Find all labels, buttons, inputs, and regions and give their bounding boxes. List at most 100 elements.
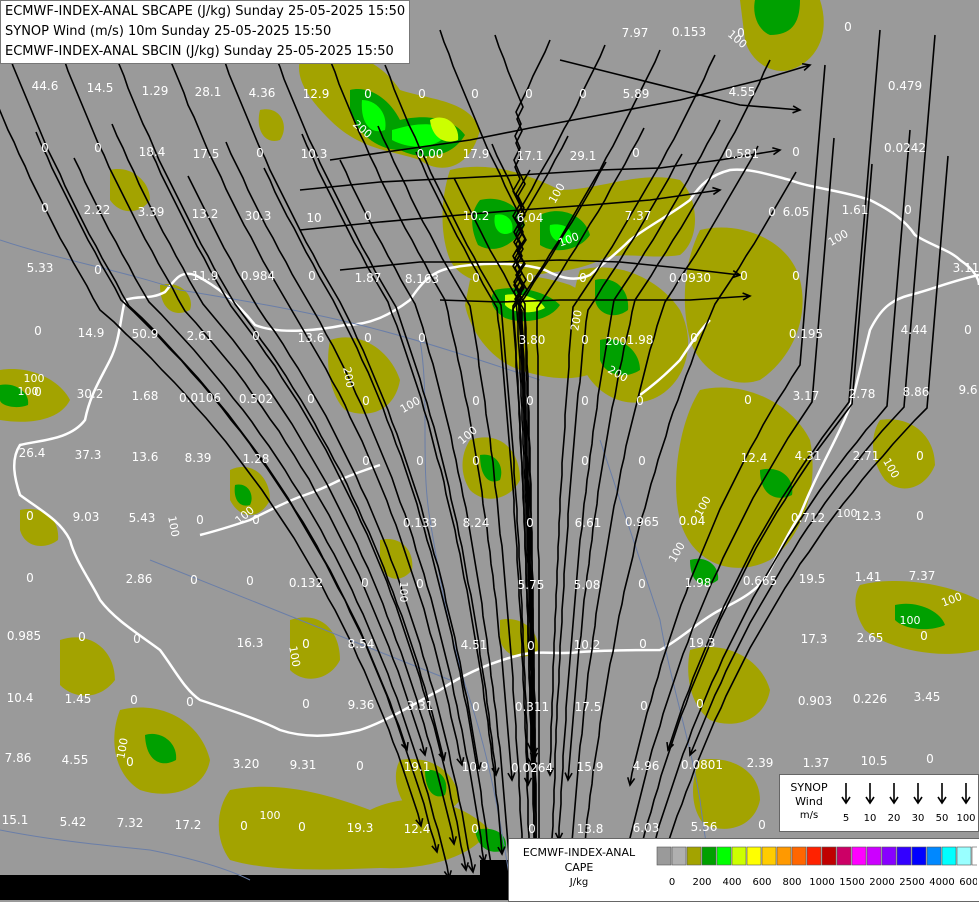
cin-value-label: 0 <box>964 323 972 337</box>
cin-value-label: 17.2 <box>175 818 202 832</box>
cape-tick-label: 800 <box>782 877 801 888</box>
cin-value-label: 15.1 <box>2 813 29 827</box>
cin-value-label: 0 <box>416 577 424 591</box>
cin-value-label: 4.51 <box>461 638 488 652</box>
cin-value-label: 28.1 <box>195 85 222 99</box>
cin-value-label: 0 <box>744 393 752 407</box>
cin-value-label: 5.43 <box>129 511 156 525</box>
cape-color-swatch <box>881 846 897 866</box>
cin-value-label: 12.4 <box>404 822 431 836</box>
cin-value-label: 0.0106 <box>179 391 221 405</box>
cin-value-label: 1.37 <box>803 756 830 770</box>
contour-label: 100 <box>260 809 281 822</box>
cape-color-swatch <box>941 846 957 866</box>
cin-value-label: 13.6 <box>298 331 325 345</box>
cin-value-label: 16.3 <box>237 636 264 650</box>
cin-value-label: 9.31 <box>290 758 317 772</box>
cin-value-label: 9.03 <box>73 510 100 524</box>
wind-arrow-samples: 5 10 20 30 50 100 <box>841 783 976 824</box>
cin-value-label: 0 <box>528 822 536 836</box>
cin-value-label: 0 <box>361 576 369 590</box>
cin-value-label: 0 <box>130 693 138 707</box>
cin-value-label: 0.903 <box>798 694 832 708</box>
cin-value-label: 0.984 <box>241 269 275 283</box>
cape-tick-label: 400 <box>722 877 741 888</box>
cin-value-label: 5.56 <box>691 820 718 834</box>
cin-value-label: 2.39 <box>747 756 774 770</box>
cin-value-label: 17.5 <box>193 147 220 161</box>
cape-map: 1002002001001002002001002001001001001001… <box>0 0 979 900</box>
cin-value-label: 1.98 <box>685 576 712 590</box>
cin-value-label: 10.4 <box>7 691 34 705</box>
wind-speed-label: 10 <box>864 813 877 824</box>
cin-value-label: 0 <box>526 516 534 530</box>
cin-value-label: 1.98 <box>627 333 654 347</box>
cin-value-label: 8.54 <box>348 637 375 651</box>
cin-value-label: 0 <box>526 271 534 285</box>
cin-value-label: 7.86 <box>5 751 32 765</box>
cin-value-label: 4.55 <box>729 85 756 99</box>
cin-value-label: 17.5 <box>575 700 602 714</box>
cin-value-label: 0 <box>364 331 372 345</box>
cape-color-swatch <box>911 846 927 866</box>
cin-value-label: 0 <box>792 269 800 283</box>
cin-value-label: 0.665 <box>743 574 777 588</box>
cin-value-label: 0 <box>740 269 748 283</box>
cin-value-label: 0 <box>356 759 364 773</box>
cin-value-label: 19.3 <box>689 636 716 650</box>
cin-value-label: 0 <box>581 333 589 347</box>
cin-value-label: 0 <box>904 203 912 217</box>
cin-value-label: 12.4 <box>741 451 768 465</box>
cin-value-label: 1.68 <box>132 389 159 403</box>
cin-value-label: 0.226 <box>853 692 887 706</box>
cin-value-label: 2.61 <box>187 329 214 343</box>
cape-color-swatch <box>971 846 977 866</box>
cin-value-label: 0 <box>364 87 372 101</box>
cin-value-label: 0 <box>308 269 316 283</box>
cin-value-label: 0 <box>640 699 648 713</box>
cin-value-label: 0.479 <box>888 79 922 93</box>
cape-color-swatch <box>686 846 702 866</box>
cin-value-label: 0 <box>240 819 248 833</box>
cin-value-label: 0 <box>26 571 34 585</box>
cin-value-label: 10 <box>306 211 321 225</box>
cin-value-label: 30.3 <box>245 209 272 223</box>
cin-value-label: 0.502 <box>239 392 273 406</box>
cin-value-label: 3.11 <box>953 261 979 275</box>
cin-value-label: 0.0930 <box>669 271 711 285</box>
cin-value-label: 0 <box>302 637 310 651</box>
cin-value-label: 1.45 <box>65 692 92 706</box>
cape-legend-label: ECMWF-INDEX-ANAL CAPE J/kg <box>511 845 647 890</box>
cape-color-swatch <box>716 846 732 866</box>
cin-value-label: 0 <box>690 331 698 345</box>
contour-label: 100 <box>397 582 410 603</box>
cin-value-label: 8.163 <box>405 272 439 286</box>
wind-arrow-sample <box>865 783 875 805</box>
cin-value-label: 0.0801 <box>681 758 723 772</box>
cin-value-label: 0.581 <box>725 147 759 161</box>
cin-value-label: 0.965 <box>625 515 659 529</box>
cin-value-label: 8.86 <box>903 385 930 399</box>
cin-value-label: 14.9 <box>78 326 105 340</box>
cin-value-label: 13.8 <box>577 822 604 836</box>
cape-tick-label: 0 <box>669 877 675 888</box>
cin-value-label: 50.9 <box>132 327 159 341</box>
cape-color-swatch <box>731 846 747 866</box>
cin-value-label: 3.20 <box>233 757 260 771</box>
cin-value-label: 0 <box>302 697 310 711</box>
cin-value-label: 0.04 <box>679 514 706 528</box>
cin-value-label: 0.985 <box>7 629 41 643</box>
cape-color-swatch <box>671 846 687 866</box>
cin-value-label: 0.0264 <box>511 761 553 775</box>
cin-value-label: 37.3 <box>75 448 102 462</box>
cin-value-label: 0.133 <box>403 516 437 530</box>
cin-value-label: 0 <box>252 513 260 527</box>
cin-value-label: 0 <box>362 454 370 468</box>
wind-speed-label: 100 <box>956 813 975 824</box>
cin-value-label: 3.80 <box>519 333 546 347</box>
title-line-cin: ECMWF-INDEX-ANAL SBCIN (J/kg) Sunday 25-… <box>5 44 394 59</box>
cape-color-swatch <box>896 846 912 866</box>
cin-value-label: 10.2 <box>463 209 490 223</box>
cape-tick-label: 600 <box>752 877 771 888</box>
cin-value-label: 0 <box>792 145 800 159</box>
